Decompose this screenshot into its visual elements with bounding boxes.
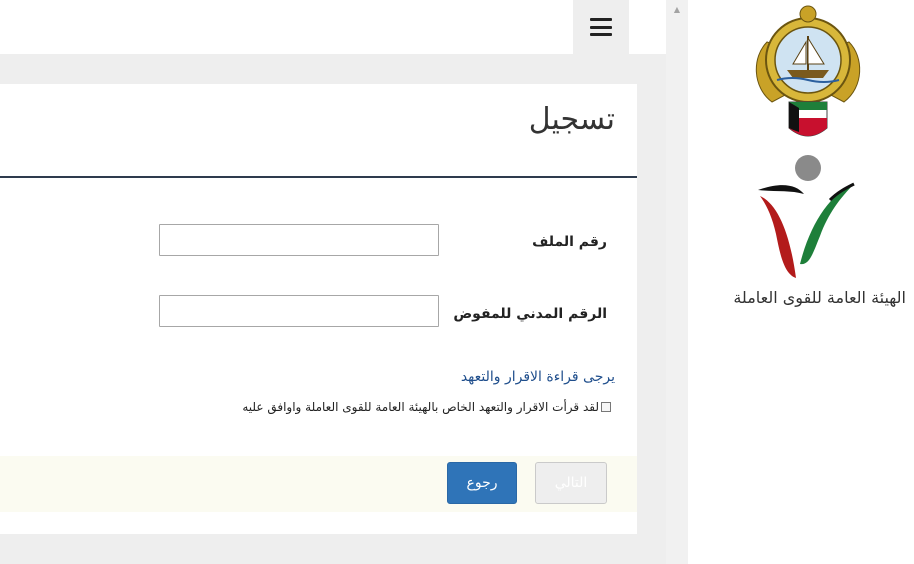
main-content-area: تسجيل رقم الملف الرقم المدني للمفوض يرجى… <box>0 0 666 564</box>
agreement-label: لقد قرأت الاقرار والتعهد الخاص بالهيئة ا… <box>242 400 599 414</box>
panel-heading: تسجيل <box>0 84 637 164</box>
top-navbar <box>0 0 666 54</box>
declaration-link[interactable]: يرجى قراءة الاقرار والتعهد <box>461 369 615 385</box>
kuwait-emblem-icon <box>755 5 861 137</box>
right-sidebar: الهيئة العامة للقوى العاملة <box>688 0 914 564</box>
civil-id-input[interactable] <box>159 295 439 327</box>
hamburger-menu-button[interactable] <box>573 0 629 54</box>
back-button[interactable]: رجوع <box>447 462 517 504</box>
hamburger-menu-icon <box>590 18 612 36</box>
scroll-up-arrow-icon[interactable]: ▲ <box>666 0 688 18</box>
next-button[interactable]: التالي <box>535 462 607 504</box>
pam-logo-icon <box>758 155 855 278</box>
civil-id-label: الرقم المدني للمفوض <box>453 306 607 322</box>
file-number-label: رقم الملف <box>532 234 607 250</box>
organization-name: الهيئة العامة للقوى العاملة <box>733 288 906 307</box>
agreement-row[interactable]: لقد قرأت الاقرار والتعهد الخاص بالهيئة ا… <box>242 400 611 414</box>
registration-panel: تسجيل رقم الملف الرقم المدني للمفوض يرجى… <box>0 84 637 534</box>
heading-divider <box>0 176 637 178</box>
page-title: تسجيل <box>528 102 615 137</box>
file-number-input[interactable] <box>159 224 439 256</box>
agreement-checkbox[interactable] <box>601 402 611 412</box>
vertical-scrollbar[interactable]: ▲ <box>666 0 688 564</box>
